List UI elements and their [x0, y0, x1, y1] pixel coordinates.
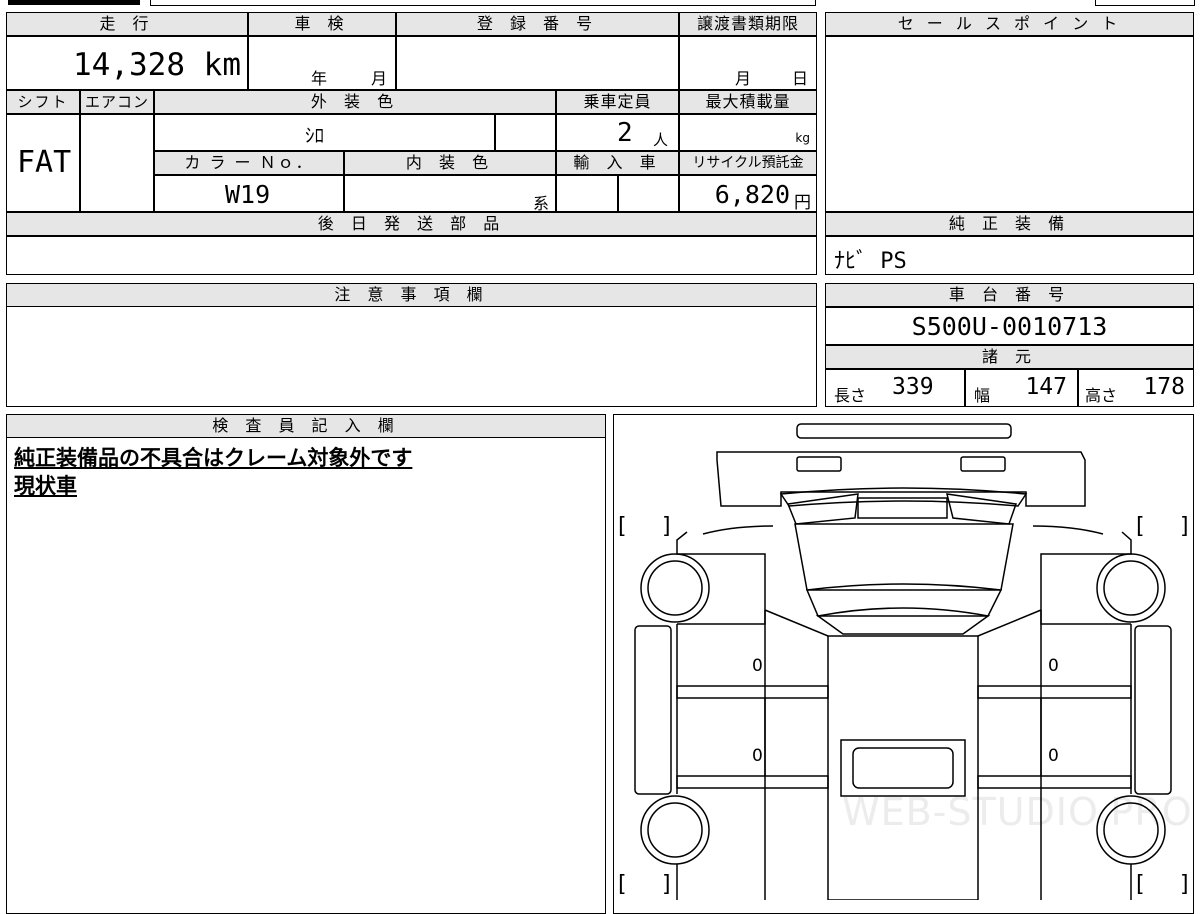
spec-height-value: 178 [1143, 374, 1185, 400]
aircon-value-cell [80, 114, 154, 212]
mileage-header: 走 行 [6, 12, 248, 36]
mileage-value: 14,328 km [73, 47, 241, 83]
inspection-month-suffix: 月 [371, 69, 388, 88]
interior-color-unit: 系 [532, 194, 549, 212]
registration-header: 登 録 番 号 [396, 12, 679, 36]
spec-length-label: 長さ [834, 386, 867, 405]
side-panels [634, 625, 1172, 797]
shift-value: FAT [17, 145, 72, 180]
import-header: 輸 入 車 [556, 151, 679, 175]
registration-value-cell [396, 36, 679, 90]
inspector-line-1: 純正装備品の不具合はクレーム対象外です [14, 446, 413, 470]
recycle-value: 6,820 [714, 180, 790, 209]
sales-point-header: セ ー ル ス ポ イ ン ト [825, 12, 1194, 36]
exterior-color-value: ｼﾛ [305, 125, 325, 147]
shift-value-cell: FAT [6, 114, 80, 212]
vehicle-diagram [634, 423, 1172, 900]
specs-header: 諸 元 [825, 345, 1194, 369]
spec-width-label: 幅 [974, 386, 991, 405]
later-parts-value-cell [6, 236, 817, 275]
exterior-color-header: 外 装 色 [154, 90, 556, 114]
transfer-month-suffix: 月 [735, 69, 752, 88]
transfer-deadline-header: 譲渡書類期限 [679, 12, 817, 36]
transfer-deadline-value-cell: 月 日 [679, 36, 817, 90]
inspection-value-cell: 年 月 [248, 36, 396, 90]
max-load-unit: kg [795, 131, 810, 145]
wheels [640, 553, 1166, 865]
recycle-unit: 円 [794, 193, 811, 212]
top-strip [0, 0, 1200, 6]
exterior-color-value-cell: ｼﾛ [154, 114, 495, 151]
chassis-value-cell: S500U-0010713 [825, 307, 1194, 345]
capacity-value: 2 [617, 118, 633, 148]
inspector-header: 検 査 員 記 入 欄 [6, 414, 606, 438]
spec-width-value: 147 [1025, 374, 1067, 400]
capacity-unit: 人 [653, 131, 669, 149]
inspection-header: 車 検 [248, 12, 396, 36]
exterior-color-extra-cell [495, 114, 556, 151]
notes-header: 注 意 事 項 欄 [6, 283, 817, 307]
chassis-header: 車 台 番 号 [825, 283, 1194, 307]
max-load-header: 最大積載量 [679, 90, 817, 114]
spec-length-value: 339 [892, 374, 934, 400]
chassis-value: S500U-0010713 [911, 312, 1108, 341]
spec-height-cell: 高さ 178 [1078, 369, 1194, 407]
capacity-header: 乗車定員 [556, 90, 679, 114]
inspector-line-2: 現状車 [14, 474, 77, 498]
color-no-header: カ ラ ー Ｎｏ． [154, 151, 344, 175]
top-tab-dark [8, 0, 140, 5]
color-no-value: W19 [225, 180, 271, 209]
spec-height-label: 高さ [1085, 386, 1118, 405]
top-tab-right [1095, 0, 1195, 6]
inspection-year-suffix: 年 [311, 69, 328, 88]
rear-window-area [779, 487, 1028, 635]
sales-point-value-cell [825, 36, 1194, 212]
import-value-cell-a [556, 175, 618, 212]
mileage-value-cell: 14,328 km [6, 36, 248, 90]
recycle-value-cell: 6,820 円 [679, 175, 817, 212]
interior-color-value-cell: 系 [344, 175, 556, 212]
spec-width-cell: 幅 147 [965, 369, 1078, 407]
interior-color-header: 内 装 色 [344, 151, 556, 175]
import-value-cell-b [618, 175, 679, 212]
recycle-header: リサイクル預託金 [679, 151, 817, 175]
max-load-value-cell: kg [679, 114, 817, 151]
lower-frame [676, 864, 1132, 900]
inspector-box [6, 414, 606, 914]
later-parts-header: 後 日 発 送 部 品 [6, 212, 817, 236]
genuine-equipment-value-cell: ﾅﾋﾞ PS [825, 236, 1194, 275]
aircon-header: エアコン [80, 90, 154, 114]
spec-length-cell: 長さ 339 [825, 369, 965, 407]
color-no-value-cell: W19 [154, 175, 344, 212]
transfer-day-suffix: 日 [792, 69, 809, 88]
top-tab-line [150, 0, 816, 6]
body-outline [676, 525, 1132, 900]
capacity-value-cell: 2 人 [556, 114, 679, 151]
rear-bumper-strip [796, 423, 1012, 439]
genuine-equipment-header: 純 正 装 備 [825, 212, 1194, 236]
shift-header: シフト [6, 90, 80, 114]
genuine-equipment-value: ﾅﾋﾞ PS [834, 249, 907, 274]
